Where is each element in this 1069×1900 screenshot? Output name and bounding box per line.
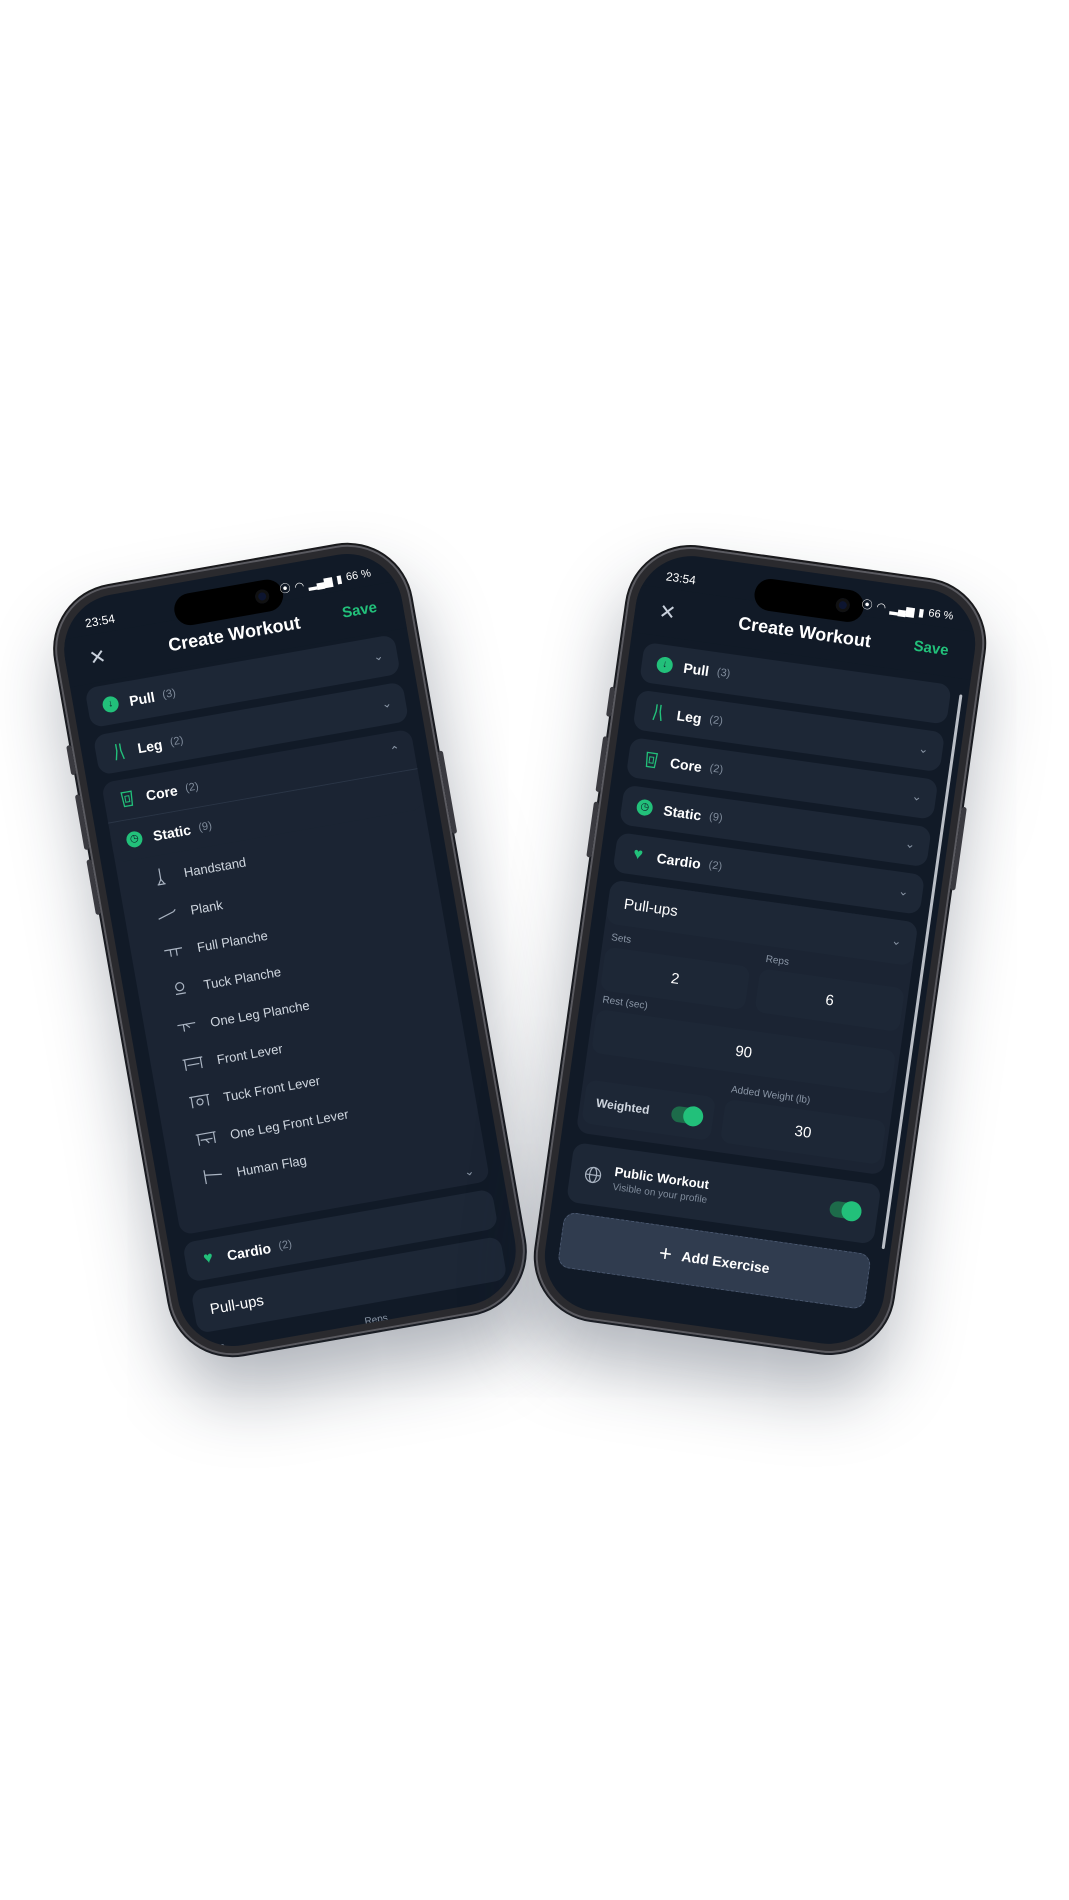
globe-icon <box>583 1165 603 1185</box>
status-time: 23:54 <box>665 569 697 588</box>
chevron-down-icon: ⌄ <box>890 933 903 949</box>
save-button[interactable]: Save <box>913 638 950 660</box>
workout-form: ↓ Pull (3) ⌄ Leg (2) ⌄ Core (2) ⌃ ◷ Stat… <box>84 634 511 1355</box>
right-phone: 23:54 ⦿ ◠ ▂▄▆ ▮ 66 % ✕ Create Workout Sa… <box>527 538 993 1362</box>
static-panel: ◷ Static (9) Handstand Plank Full Planch… <box>108 768 486 1212</box>
side-button <box>950 806 967 891</box>
selected-exercise: Pull-ups <box>208 1291 266 1318</box>
battery-icon: ▮ <box>917 606 926 620</box>
category-count: (2) <box>708 713 724 728</box>
add-exercise-label: Add Exercise <box>680 1248 771 1277</box>
signal-icon: ▂▄▆ <box>889 602 916 618</box>
pull-icon: ↓ <box>655 655 675 675</box>
side-button <box>74 794 90 851</box>
chevron-down-icon: ⌄ <box>910 788 923 804</box>
chevron-up-icon: ⌃ <box>388 742 402 759</box>
category-name: Core <box>669 754 703 776</box>
chevron-down-icon: ⌄ <box>372 648 385 664</box>
category-count: (9) <box>197 819 213 834</box>
one-leg-front-lever-icon <box>193 1127 220 1149</box>
exercise-list: Handstand Plank Full Planche Tuck Planch… <box>115 808 486 1211</box>
clock-icon: ◷ <box>635 797 655 817</box>
side-button <box>606 686 616 717</box>
one-leg-planche-icon <box>173 1015 200 1037</box>
weighted-label: Weighted <box>595 1095 651 1118</box>
added-weight-group: Added Weight (lb) 30 <box>719 1080 889 1165</box>
weighted-group: Weighted <box>581 1079 716 1141</box>
category-count: (2) <box>169 734 185 749</box>
category-count: (2) <box>184 780 200 795</box>
wifi-icon: ◠ <box>293 579 306 594</box>
clock-icon: ◷ <box>124 829 145 850</box>
category-name: Static <box>151 821 193 844</box>
heart-icon: ♥ <box>632 845 644 864</box>
left-phone: 23:54 ⦿ ◠ ▂▄▆ ▮ 66 % ✕ Create Workout Sa… <box>45 534 535 1366</box>
chevron-down-icon: ⌄ <box>462 1163 476 1180</box>
category-count: (2) <box>708 762 724 777</box>
chevron-down-icon: ⌄ <box>904 836 917 852</box>
category-name: Core <box>144 782 179 804</box>
side-button <box>595 736 609 793</box>
category-count: (3) <box>161 687 177 702</box>
leg-icon <box>109 741 130 762</box>
category-count: (2) <box>707 859 723 873</box>
handstand-icon <box>147 865 174 887</box>
location-icon: ⦿ <box>860 598 874 613</box>
human-flag-icon <box>200 1165 227 1187</box>
location-icon: ⦿ <box>278 582 292 597</box>
plus-icon: + <box>657 1240 674 1267</box>
category-name: Cardio <box>225 1239 273 1264</box>
plank-icon <box>153 903 180 925</box>
front-lever-icon <box>180 1053 207 1075</box>
pull-icon: ↓ <box>100 694 121 715</box>
category-name: Pull <box>682 659 711 680</box>
chevron-down-icon: ⌄ <box>917 741 930 757</box>
public-toggle[interactable] <box>828 1200 861 1221</box>
side-button <box>586 801 600 858</box>
weighted-toggle-row[interactable]: Weighted <box>581 1079 716 1141</box>
exercise-card: Pull-ups ⌄ Sets 2 Reps 6 Rest (sec) 90 W… <box>575 879 919 1176</box>
battery-icon: ▮ <box>335 572 344 586</box>
tuck-planche-icon <box>167 978 194 1000</box>
heart-icon: ♥ <box>202 1249 215 1268</box>
close-icon[interactable]: ✕ <box>658 601 678 625</box>
close-icon[interactable]: ✕ <box>88 646 108 671</box>
category-count: (2) <box>277 1238 293 1253</box>
save-button[interactable]: Save <box>341 599 378 622</box>
battery-level: 66 % <box>927 607 955 623</box>
category-name: Pull <box>127 688 157 709</box>
chevron-down-icon: ⌄ <box>380 695 393 712</box>
phone-screen: 23:54 ⦿ ◠ ▂▄▆ ▮ 66 % ✕ Create Workout Sa… <box>537 548 983 1352</box>
planche-icon <box>160 940 187 962</box>
battery-level: 66 % <box>345 567 372 584</box>
category-count: (3) <box>716 666 732 681</box>
signal-icon: ▂▄▆ <box>306 574 334 591</box>
side-button <box>86 859 101 916</box>
category-count: (9) <box>708 810 724 825</box>
tuck-front-lever-icon <box>186 1090 213 1112</box>
torso-icon <box>117 789 138 810</box>
workout-form: ↓ Pull (3) Leg (2) ⌄ Core (2) ⌄ ◷ Static… <box>552 641 952 1349</box>
chevron-down-icon: ⌄ <box>897 883 910 900</box>
category-name: Leg <box>675 707 703 727</box>
phone-screen: 23:54 ⦿ ◠ ▂▄▆ ▮ 66 % ✕ Create Workout Sa… <box>55 545 525 1355</box>
public-text: Public Workout Visible on your profile <box>612 1164 711 1206</box>
category-name: Leg <box>136 736 164 757</box>
selected-exercise: Pull-ups <box>622 895 679 920</box>
category-core-panel: Core (2) ⌃ ◷ Static (9) Handstand Plank … <box>101 728 491 1236</box>
category-name: Cardio <box>655 849 702 872</box>
torso-icon <box>641 750 661 770</box>
status-time: 23:54 <box>83 611 117 631</box>
side-button <box>66 744 77 776</box>
leg-icon <box>648 702 668 722</box>
weighted-toggle[interactable] <box>670 1105 703 1126</box>
category-name: Static <box>662 802 703 824</box>
wifi-icon: ◠ <box>875 600 887 614</box>
